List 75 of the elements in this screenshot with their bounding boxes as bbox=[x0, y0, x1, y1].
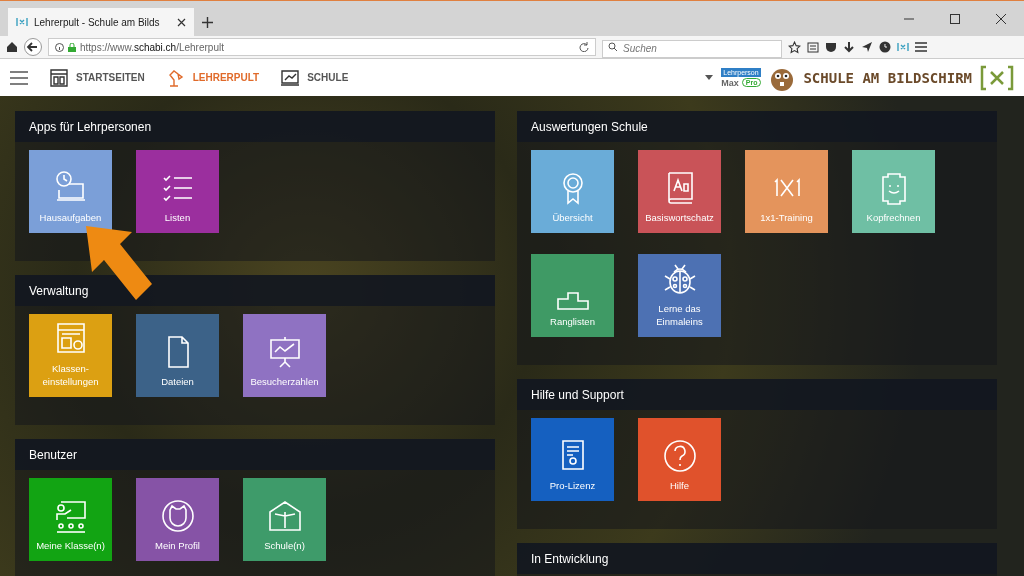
app-tile[interactable]: Lerne das Einmaleins bbox=[638, 254, 721, 337]
download-icon[interactable] bbox=[843, 41, 855, 53]
close-icon[interactable] bbox=[996, 13, 1006, 24]
tile-label: Listen bbox=[164, 211, 191, 224]
search-field[interactable]: Suchen bbox=[602, 39, 782, 58]
app-tile[interactable]: Besucherzahlen bbox=[243, 314, 326, 397]
app-tile[interactable]: Ranglisten bbox=[531, 254, 614, 337]
section-title: Benutzer bbox=[29, 447, 78, 462]
nav-tab[interactable]: STARTSEITEN bbox=[50, 68, 145, 87]
user-name: Max bbox=[721, 77, 739, 88]
tile-label: Schule(n) bbox=[264, 539, 305, 552]
app-tile[interactable]: Mein Profil bbox=[136, 478, 219, 561]
tile-label: Übersicht bbox=[552, 211, 593, 224]
nav-tab[interactable]: SCHULE bbox=[281, 68, 349, 87]
tile-label: Lerne das Einmaleins bbox=[655, 303, 704, 328]
extension-icon[interactable] bbox=[897, 42, 909, 52]
lock-icon bbox=[68, 42, 76, 52]
help-icon bbox=[661, 437, 698, 474]
app-tile[interactable]: Übersicht bbox=[531, 150, 614, 233]
reader-icon[interactable] bbox=[807, 41, 819, 53]
dropdown-caret-icon[interactable] bbox=[705, 75, 714, 80]
url-text: https://www.schabi.ch/Lehrerpult bbox=[80, 41, 225, 53]
logo-text: SCHULE AM BILDSCHIRM bbox=[803, 69, 972, 86]
cat-face-icon bbox=[159, 497, 196, 534]
star-icon[interactable] bbox=[788, 40, 801, 54]
nav-tab[interactable]: LEHRERPULT bbox=[166, 68, 260, 87]
home-icon[interactable] bbox=[6, 41, 18, 53]
menu-icon[interactable] bbox=[915, 42, 927, 52]
app-tile[interactable]: Meine Klasse(n) bbox=[29, 478, 112, 561]
new-tab-icon[interactable] bbox=[201, 16, 213, 28]
reload-icon[interactable] bbox=[579, 42, 589, 52]
tile-label: Basiswortschatz bbox=[645, 211, 714, 224]
chart-screen-icon bbox=[281, 68, 300, 87]
tile-label: Dateien bbox=[161, 375, 194, 388]
layout-icon bbox=[50, 68, 68, 87]
desk-lamp-icon bbox=[166, 68, 185, 87]
site-favicon-icon bbox=[16, 17, 28, 27]
tile-label: Ranglisten bbox=[550, 315, 595, 328]
send-icon[interactable] bbox=[861, 41, 873, 53]
app-tile[interactable]: Hilfe bbox=[638, 418, 721, 501]
browser-tab[interactable]: Lehrerpult - Schule am Bilds bbox=[8, 8, 194, 36]
search-icon bbox=[608, 42, 618, 52]
tile-label: Hilfe bbox=[670, 479, 689, 492]
podium-icon bbox=[556, 291, 589, 310]
app-tile[interactable]: Dateien bbox=[136, 314, 219, 397]
app-tile[interactable]: Schule(n) bbox=[243, 478, 326, 561]
section-title: Hilfe und Support bbox=[531, 387, 624, 402]
tile-label: Besucherzahlen bbox=[250, 375, 319, 388]
address-field[interactable]: https://www.schabi.ch/Lehrerpult bbox=[48, 38, 596, 56]
close-icon[interactable] bbox=[177, 17, 186, 27]
app-tile[interactable]: Klassen-einstellungen bbox=[29, 314, 112, 397]
pocket-icon[interactable] bbox=[825, 41, 837, 53]
app-tile[interactable]: Kopfrechnen bbox=[852, 150, 935, 233]
maximize-icon[interactable] bbox=[950, 13, 960, 24]
menu-icon[interactable] bbox=[10, 70, 28, 85]
section-title: Apps für Lehrpersonen bbox=[29, 119, 152, 134]
section-title: Auswertungen Schule bbox=[531, 119, 648, 134]
section-title: Verwaltung bbox=[29, 283, 89, 298]
section-title: In Entwicklung bbox=[531, 551, 609, 566]
app-tile[interactable]: Basiswortschatz bbox=[638, 150, 721, 233]
app-tile[interactable]: Pro-Lizenz bbox=[531, 418, 614, 501]
app-tile[interactable]: Hausaufgaben bbox=[29, 150, 112, 233]
logo-bracket-icon bbox=[980, 64, 1014, 91]
tile-label: Pro-Lizenz bbox=[549, 479, 596, 492]
info-icon[interactable] bbox=[55, 42, 64, 52]
tile-label: Kopfrechnen bbox=[866, 211, 921, 224]
clock-icon[interactable] bbox=[879, 41, 891, 53]
app-tile[interactable]: Listen bbox=[136, 150, 219, 233]
tile-label: 1x1-Training bbox=[760, 211, 813, 224]
tile-label: Meine Klasse(n) bbox=[36, 539, 105, 552]
app-tile[interactable]: 1x1-Training bbox=[745, 150, 828, 233]
tab-title: Lehrerpult - Schule am Bilds bbox=[34, 16, 161, 28]
tile-label: Hausaufgaben bbox=[39, 211, 102, 224]
tile-label: Mein Profil bbox=[155, 539, 200, 552]
tile-label: Klassen-einstellungen bbox=[41, 363, 100, 388]
